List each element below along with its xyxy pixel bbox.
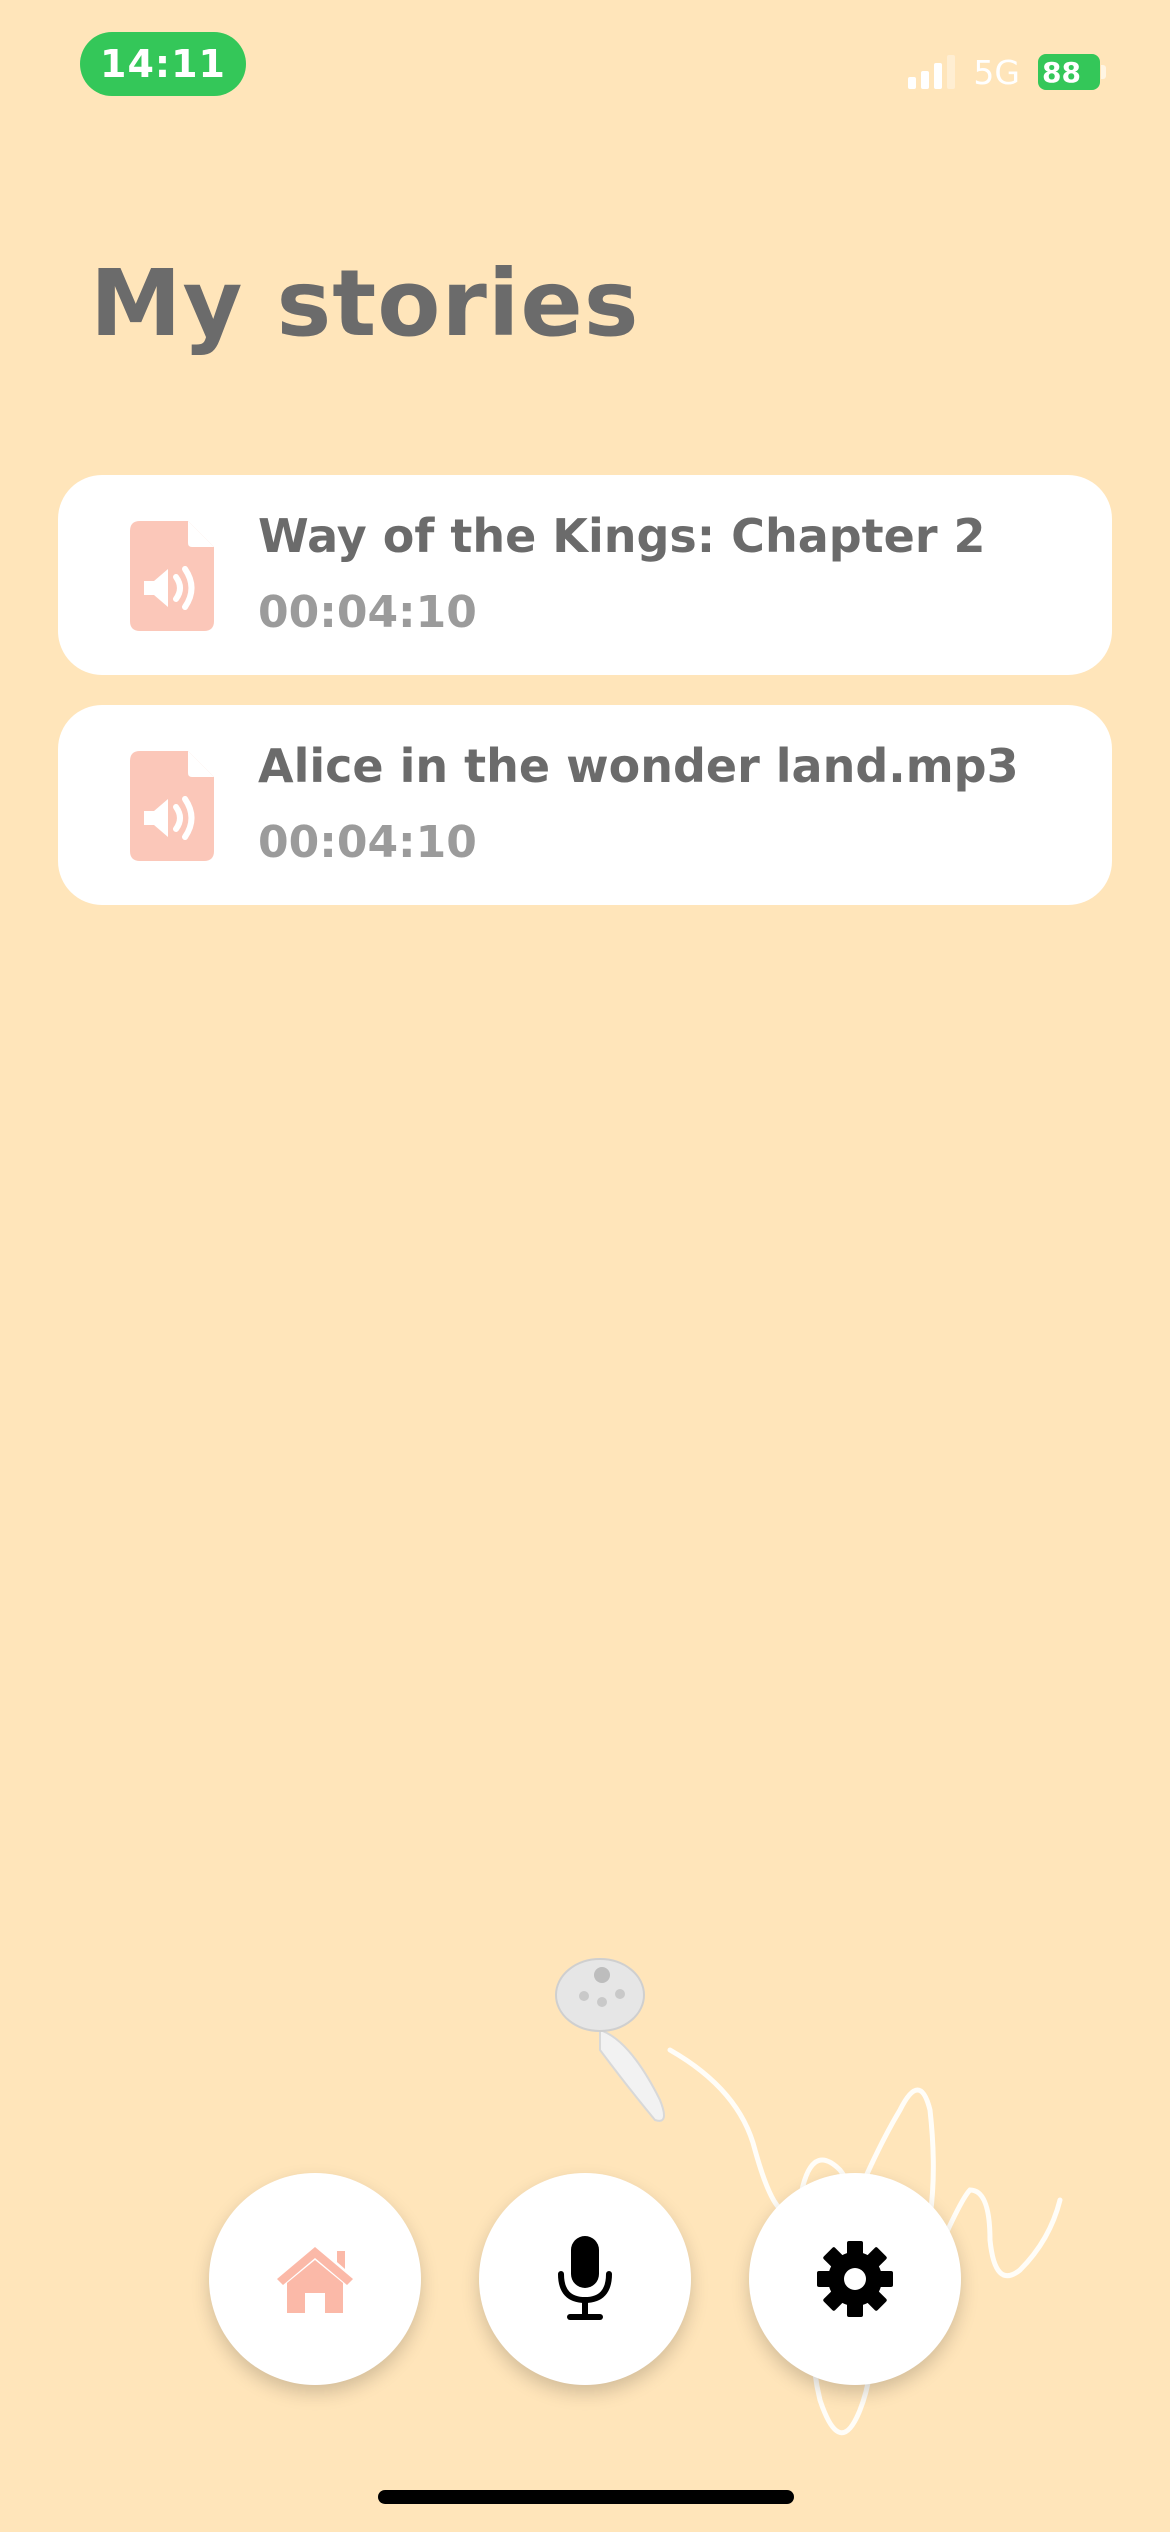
audio-file-icon (130, 521, 214, 631)
status-time: 14:11 (80, 32, 246, 96)
status-indicators: 5G 88 (908, 50, 1106, 94)
settings-button[interactable] (749, 2173, 961, 2385)
home-button[interactable] (209, 2173, 421, 2385)
record-button[interactable] (479, 2173, 691, 2385)
story-title: Alice in the wonder land.mp3 (258, 739, 1019, 793)
home-icon (277, 2247, 353, 2313)
home-indicator[interactable] (378, 2490, 794, 2504)
story-list: Way of the Kings: Chapter 2 00:04:10 Ali… (58, 475, 1112, 935)
network-label: 5G (973, 52, 1020, 92)
audio-file-icon (130, 751, 214, 861)
story-card[interactable]: Way of the Kings: Chapter 2 00:04:10 (58, 475, 1112, 675)
battery-icon: 88 (1038, 54, 1106, 90)
story-duration: 00:04:10 (258, 817, 477, 868)
story-title: Way of the Kings: Chapter 2 (258, 509, 986, 563)
microphone-icon (558, 2236, 612, 2320)
signal-icon (908, 55, 956, 89)
page-title: My stories (90, 250, 640, 357)
battery-level: 88 (1042, 55, 1081, 89)
story-duration: 00:04:10 (258, 587, 477, 638)
gear-icon (817, 2241, 893, 2317)
story-card[interactable]: Alice in the wonder land.mp3 00:04:10 (58, 705, 1112, 905)
